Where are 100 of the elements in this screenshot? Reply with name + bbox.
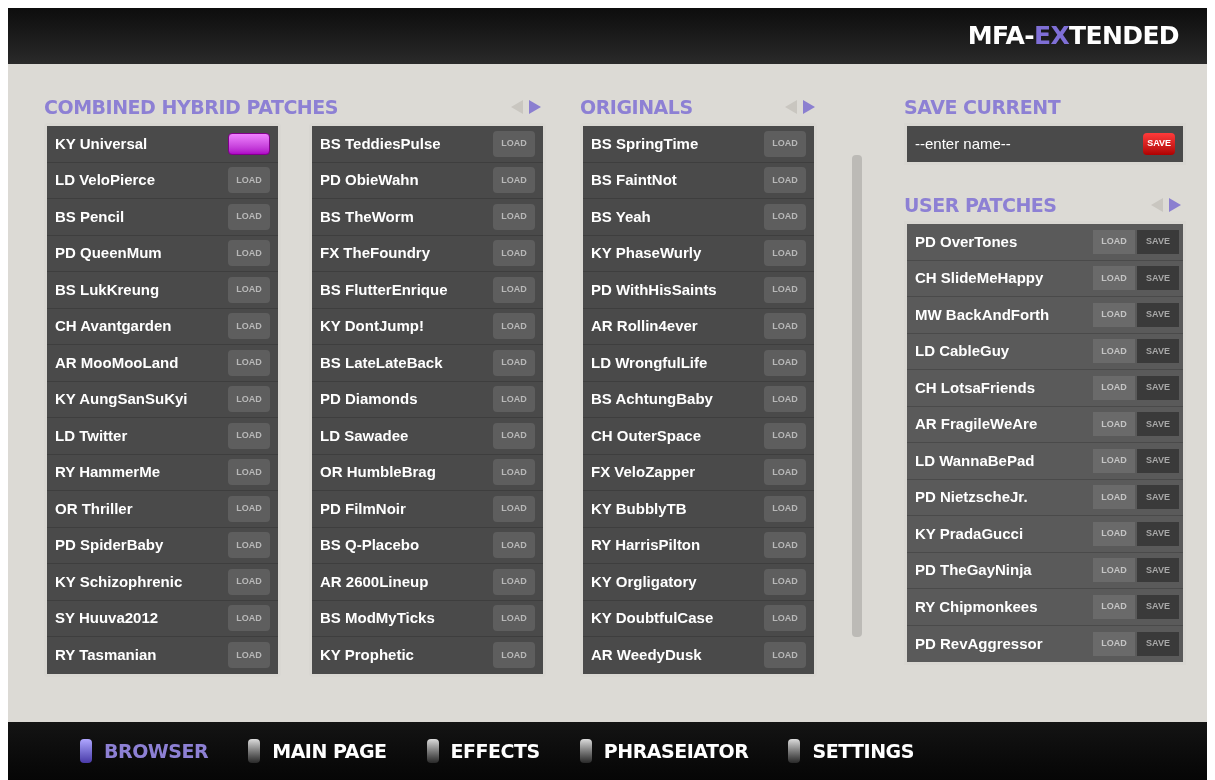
load-button[interactable]: LOAD xyxy=(228,276,270,303)
patch-name[interactable]: CH OuterSpace xyxy=(591,424,702,447)
save-button[interactable]: SAVE xyxy=(1137,229,1179,254)
load-button[interactable]: LOAD xyxy=(1093,229,1135,254)
load-button[interactable]: LOAD xyxy=(228,240,270,267)
patch-name[interactable]: MW BackAndForth xyxy=(915,303,1050,326)
save-button[interactable]: SAVE xyxy=(1137,375,1179,400)
patch-name[interactable]: AR FragileWeAre xyxy=(915,413,1038,436)
save-button[interactable]: SAVE xyxy=(1137,302,1179,327)
selected-load-button[interactable] xyxy=(228,132,270,155)
save-button[interactable]: SAVE xyxy=(1137,448,1179,473)
patch-name[interactable]: BS Pencil xyxy=(55,205,125,228)
load-button[interactable]: LOAD xyxy=(493,349,535,376)
save-button[interactable]: SAVE xyxy=(1137,521,1179,546)
load-button[interactable]: LOAD xyxy=(764,568,806,595)
patch-name[interactable]: AR Rollin4ever xyxy=(591,315,698,338)
nav-tab[interactable]: SETTINGS xyxy=(788,736,914,766)
save-button[interactable]: SAVE xyxy=(1137,594,1179,619)
load-button[interactable]: LOAD xyxy=(1093,266,1135,291)
load-button[interactable]: LOAD xyxy=(1093,521,1135,546)
load-button[interactable]: LOAD xyxy=(228,642,270,669)
patch-name[interactable]: KY BubblyTB xyxy=(591,497,687,520)
load-button[interactable]: LOAD xyxy=(1093,594,1135,619)
save-button[interactable]: SAVE xyxy=(1137,631,1179,656)
load-button[interactable]: LOAD xyxy=(228,167,270,194)
patch-name[interactable]: AR MooMooLand xyxy=(55,351,179,374)
patch-name[interactable]: BS FlutterEnrique xyxy=(320,278,448,301)
load-button[interactable]: LOAD xyxy=(764,532,806,559)
patch-name[interactable]: PD Diamonds xyxy=(320,388,418,411)
load-button[interactable]: LOAD xyxy=(228,422,270,449)
patch-name[interactable]: KY AungSanSuKyi xyxy=(55,388,188,411)
load-button[interactable]: LOAD xyxy=(1093,302,1135,327)
patch-name[interactable]: BS AchtungBaby xyxy=(591,388,713,411)
patch-name[interactable]: BS FaintNot xyxy=(591,169,677,192)
load-button[interactable]: LOAD xyxy=(1093,631,1135,656)
patch-name[interactable]: KY Schizophrenic xyxy=(55,570,183,593)
load-button[interactable]: LOAD xyxy=(493,167,535,194)
load-button[interactable]: LOAD xyxy=(764,203,806,230)
load-button[interactable]: LOAD xyxy=(1093,412,1135,437)
save-button[interactable]: SAVE xyxy=(1137,412,1179,437)
patch-name[interactable]: BS LukKreung xyxy=(55,278,160,301)
patch-name[interactable]: KY Universal xyxy=(55,132,148,155)
patch-name[interactable]: CH LotsaFriends xyxy=(915,376,1035,399)
load-button[interactable]: LOAD xyxy=(228,605,270,632)
load-button[interactable]: LOAD xyxy=(764,459,806,486)
load-button[interactable]: LOAD xyxy=(764,605,806,632)
load-button[interactable]: LOAD xyxy=(764,276,806,303)
load-button[interactable]: LOAD xyxy=(764,130,806,157)
save-button[interactable]: SAVE xyxy=(1137,485,1179,510)
patch-name[interactable]: PD SpiderBaby xyxy=(55,534,164,557)
patch-name[interactable]: PD QueenMum xyxy=(55,242,162,265)
load-button[interactable]: LOAD xyxy=(493,642,535,669)
patch-name[interactable]: PD ObieWahn xyxy=(320,169,419,192)
load-button[interactable]: LOAD xyxy=(1093,339,1135,364)
load-button[interactable]: LOAD xyxy=(764,422,806,449)
load-button[interactable]: LOAD xyxy=(1093,485,1135,510)
load-button[interactable]: LOAD xyxy=(1093,375,1135,400)
patch-name[interactable]: LD VeloPierce xyxy=(55,169,156,192)
patch-name[interactable]: OR HumbleBrag xyxy=(320,461,436,484)
next-arrow-icon[interactable] xyxy=(802,99,816,115)
load-button[interactable]: LOAD xyxy=(493,532,535,559)
load-button[interactable]: LOAD xyxy=(764,349,806,376)
patch-name[interactable]: PD TheGayNinja xyxy=(915,559,1032,582)
load-button[interactable]: LOAD xyxy=(764,167,806,194)
patch-name[interactable]: LD WannaBePad xyxy=(915,449,1035,472)
patch-name[interactable]: BS Q-Placebo xyxy=(320,534,420,557)
nav-tab[interactable]: EFFECTS xyxy=(426,736,540,766)
patch-name[interactable]: AR 2600Lineup xyxy=(320,570,429,593)
patch-name[interactable]: RY Tasmanian xyxy=(55,644,157,667)
save-button[interactable]: SAVE xyxy=(1137,558,1179,583)
patch-name[interactable]: LD Sawadee xyxy=(320,424,409,447)
load-button[interactable]: LOAD xyxy=(764,495,806,522)
load-button[interactable]: LOAD xyxy=(228,459,270,486)
load-button[interactable]: LOAD xyxy=(228,532,270,559)
patch-name[interactable]: CH Avantgarden xyxy=(55,315,172,338)
load-button[interactable]: LOAD xyxy=(228,203,270,230)
patch-name[interactable]: BS LateLateBack xyxy=(320,351,443,374)
load-button[interactable]: LOAD xyxy=(493,459,535,486)
load-button[interactable]: LOAD xyxy=(228,386,270,413)
load-button[interactable]: LOAD xyxy=(493,240,535,267)
load-button[interactable]: LOAD xyxy=(1093,558,1135,583)
patch-name[interactable]: LD Twitter xyxy=(55,424,128,447)
load-button[interactable]: LOAD xyxy=(228,349,270,376)
patch-name[interactable]: BS SpringTime xyxy=(591,132,699,155)
scrollbar[interactable] xyxy=(852,155,862,637)
patch-name[interactable]: BS Yeah xyxy=(591,205,651,228)
load-button[interactable]: LOAD xyxy=(764,386,806,413)
load-button[interactable]: LOAD xyxy=(764,642,806,669)
patch-name[interactable]: KY Prophetic xyxy=(320,644,414,667)
patch-name[interactable]: LD WrongfulLife xyxy=(591,351,708,374)
patch-name[interactable]: SY Huuva2012 xyxy=(55,607,159,630)
patch-name[interactable]: PD WithHisSaints xyxy=(591,278,717,301)
patch-name[interactable]: KY PhaseWurly xyxy=(591,242,702,265)
patch-name[interactable]: PD RevAggressor xyxy=(915,632,1043,655)
patch-name[interactable]: PD NietzscheJr. xyxy=(915,486,1028,509)
patch-name[interactable]: KY DontJump! xyxy=(320,315,424,338)
patch-name[interactable]: KY PradaGucci xyxy=(915,522,1024,545)
load-button[interactable]: LOAD xyxy=(493,203,535,230)
patch-name[interactable]: OR Thriller xyxy=(55,497,133,520)
load-button[interactable]: LOAD xyxy=(1093,448,1135,473)
